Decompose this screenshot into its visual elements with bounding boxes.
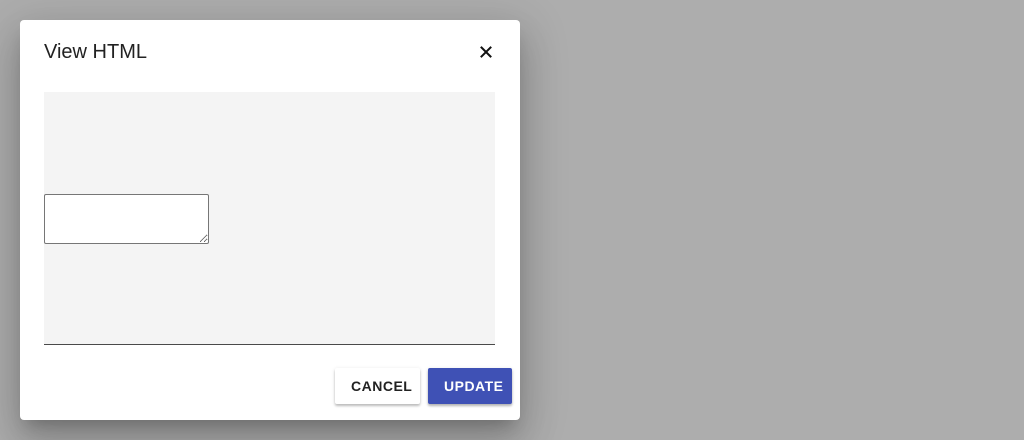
html-editor-area	[44, 92, 495, 345]
html-textarea[interactable]	[44, 194, 209, 244]
dialog-title: View HTML	[44, 41, 147, 63]
dialog-actions: CANCEL UPDATE	[335, 368, 512, 404]
close-button[interactable]	[474, 40, 498, 64]
view-html-dialog: View HTML CANCEL UPDATE	[20, 20, 520, 420]
update-button[interactable]: UPDATE	[428, 368, 512, 404]
close-icon	[480, 46, 492, 58]
cancel-button[interactable]: CANCEL	[335, 368, 420, 404]
